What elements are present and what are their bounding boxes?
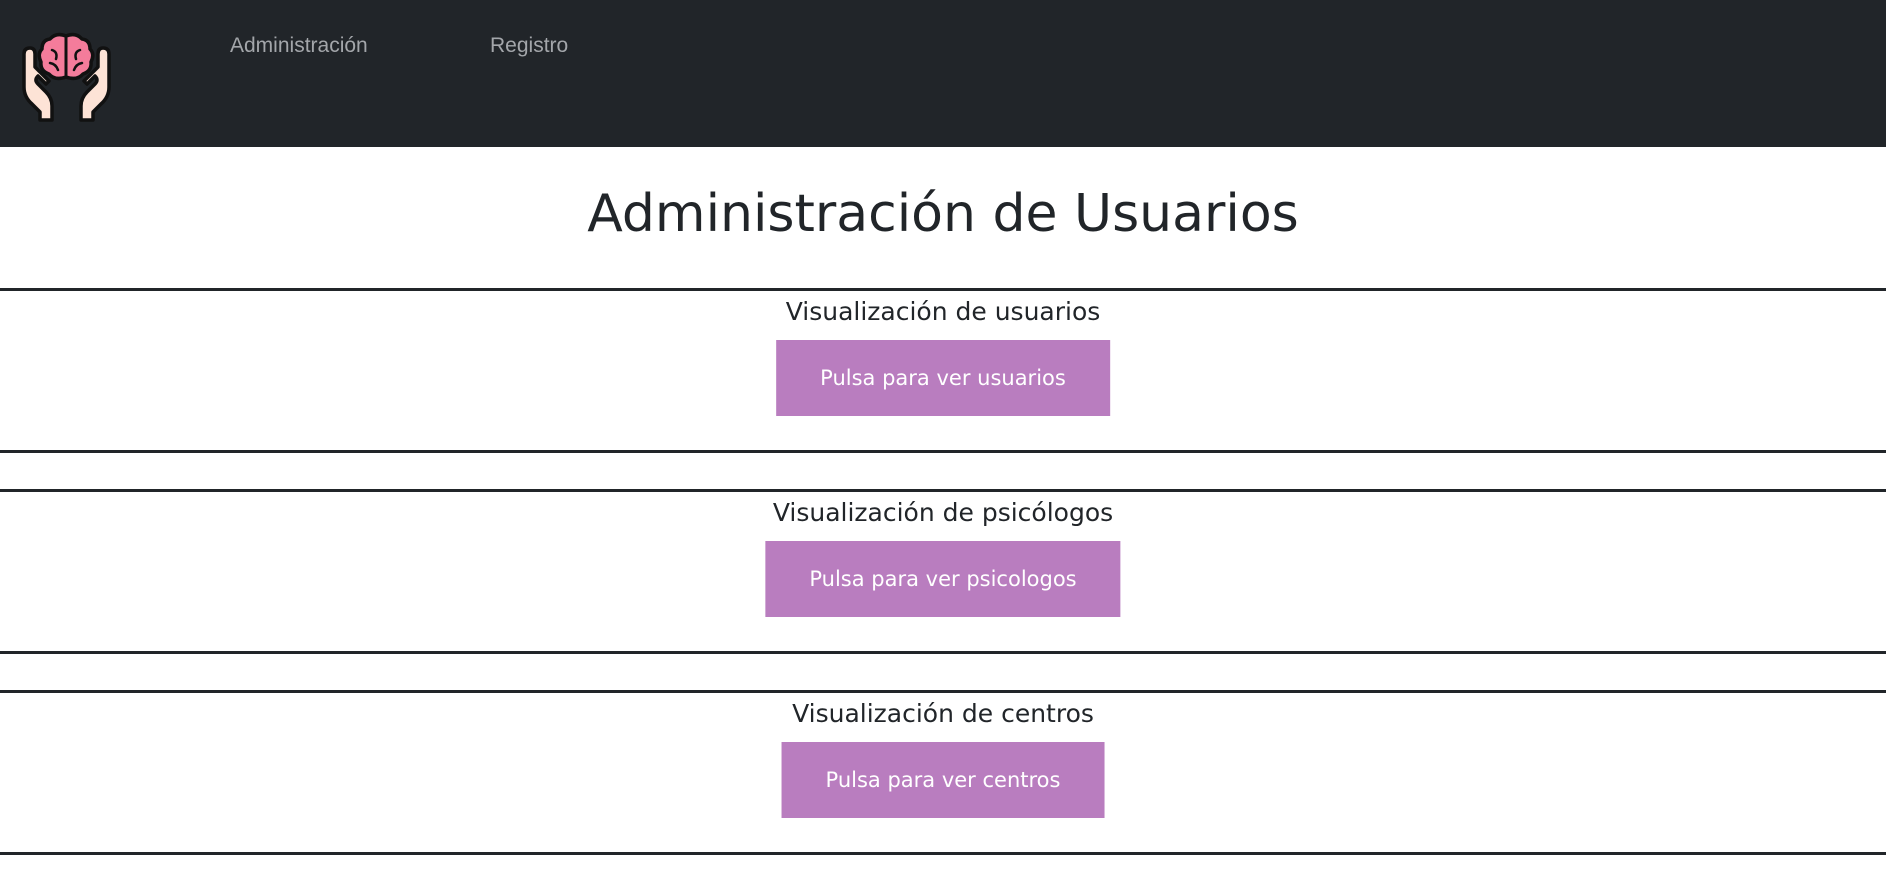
section-heading-psychologists: Visualización de psicólogos xyxy=(772,498,1114,527)
section-centers: Visualización de centros Pulsa para ver … xyxy=(0,690,1886,855)
view-psychologists-button[interactable]: Pulsa para ver psicologos xyxy=(765,541,1121,617)
navbar: Administración Registro xyxy=(0,0,1886,147)
section-users: Visualización de usuarios Pulsa para ver… xyxy=(0,288,1886,453)
nav-link-administracion[interactable]: Administración xyxy=(230,34,368,58)
section-heading-users: Visualización de usuarios xyxy=(785,297,1101,326)
nav-link-registro[interactable]: Registro xyxy=(490,34,568,58)
brain-in-hands-icon[interactable] xyxy=(18,32,115,124)
page-title: Administración de Usuarios xyxy=(587,184,1299,244)
section-psychologists: Visualización de psicólogos Pulsa para v… xyxy=(0,489,1886,654)
section-heading-centers: Visualización de centros xyxy=(792,699,1094,728)
view-users-button[interactable]: Pulsa para ver usuarios xyxy=(776,340,1110,416)
view-centers-button[interactable]: Pulsa para ver centros xyxy=(781,742,1105,818)
